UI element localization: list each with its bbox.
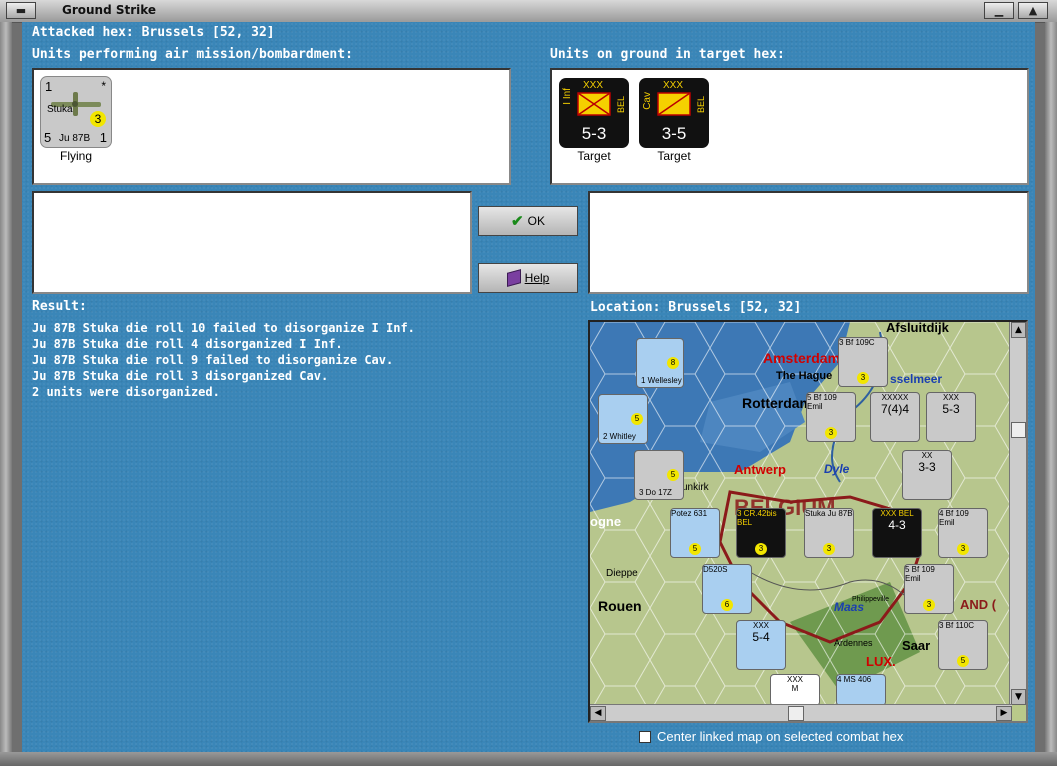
air-units-label: Units performing air mission/bombardment… — [32, 47, 353, 62]
map-label-dunkirk: unkirk — [682, 482, 709, 493]
ground-support-panel — [588, 191, 1029, 294]
air-unit-counter[interactable]: 1 * Stuka 3 5 Ju 87B 1 — [40, 76, 112, 148]
air-unit-stuka[interactable]: 1 * Stuka 3 5 Ju 87B 1 Flying — [38, 76, 114, 163]
map-label-dieppe: Dieppe — [606, 568, 638, 579]
result-line: Ju 87B Stuka die roll 9 failed to disorg… — [32, 353, 394, 367]
map-counter[interactable]: 4 MS 406 — [836, 674, 886, 706]
map-counter[interactable]: XXX BEL 4-3 — [872, 508, 922, 558]
map-counter[interactable]: XXX 5-3 — [926, 392, 976, 442]
scroll-down-arrow-icon[interactable]: ▼ — [1011, 689, 1026, 705]
horizontal-scroll-thumb[interactable] — [788, 706, 804, 721]
center-map-checkbox[interactable] — [639, 730, 651, 743]
map-label-boulogne: ogne — [590, 514, 622, 529]
location-label: Location: Brussels [52, 32] — [590, 300, 802, 315]
ground-unit-status: Target — [657, 149, 691, 163]
ground-unit-counter[interactable]: I Inf XXX BEL 5-3 — [559, 78, 629, 148]
map-label-lux: LUX. — [866, 654, 896, 669]
air-support-panel — [32, 191, 472, 294]
ground-units-label: Units on ground in target hex: — [550, 47, 785, 62]
scroll-right-arrow-icon[interactable]: ▶ — [996, 706, 1012, 721]
air-units-panel: 1 * Stuka 3 5 Ju 87B 1 Flying — [32, 68, 511, 185]
result-log: Ju 87B Stuka die roll 10 failed to disor… — [32, 320, 415, 400]
window-title: Ground Strike — [62, 3, 157, 17]
dialog-content: Attacked hex: Brussels [52, 32] Units pe… — [22, 22, 1035, 752]
scroll-left-arrow-icon[interactable]: ◀ — [590, 706, 606, 721]
map-label-afsluitdijk: Afsluitdijk — [886, 320, 949, 335]
map-label-ijsselmeer: sselmeer — [890, 372, 943, 386]
result-line: Ju 87B Stuka die roll 3 disorganized Cav… — [32, 369, 329, 383]
map-label-saar: Saar — [902, 638, 931, 653]
ground-strike-window: ▬ Ground Strike ▁ ▲ Attacked hex: Brusse… — [0, 0, 1057, 766]
ground-unit-inf[interactable]: I Inf XXX BEL 5-3 Target — [558, 78, 630, 163]
map-counter[interactable]: 3 CR.42bis BEL 3 — [736, 508, 786, 558]
vertical-scroll-thumb[interactable] — [1011, 422, 1026, 438]
scroll-up-arrow-icon[interactable]: ▲ — [1011, 322, 1026, 338]
title-bar[interactable]: ▬ Ground Strike ▁ ▲ — [0, 0, 1057, 23]
map-label-rouen: Rouen — [598, 598, 642, 614]
right-frame — [1045, 22, 1057, 766]
map-counter[interactable]: 4 Bf 109 Emil 3 — [938, 508, 988, 558]
ok-button[interactable]: ✔ OK — [478, 206, 578, 236]
minimize-button[interactable]: ▁ — [984, 2, 1014, 19]
map-label-amsterdam: Amsterdam — [763, 350, 841, 366]
map-counter[interactable]: D520S 6 — [702, 564, 752, 614]
map-counter[interactable]: 1 Wellesley 8 — [636, 338, 684, 388]
map-label-philippeville: Philippeville — [852, 596, 889, 603]
center-map-option[interactable]: Center linked map on selected combat hex — [639, 729, 903, 744]
map-counter[interactable]: 3 Bf 109C 3 — [838, 337, 888, 387]
attacked-hex-label: Attacked hex: Brussels [52, 32] — [32, 25, 275, 40]
map-label-dyle: Dyle — [824, 462, 850, 476]
left-frame — [0, 22, 12, 766]
infantry-symbol-icon — [577, 92, 611, 116]
map-counter[interactable]: 3 Do 17Z 5 — [634, 450, 684, 500]
help-book-icon — [506, 269, 521, 287]
center-map-label: Center linked map on selected combat hex — [657, 729, 904, 744]
map-counter[interactable]: XXXXX 7(4)4 — [870, 392, 920, 442]
map-label-rotterdam: Rotterdam — [742, 395, 813, 411]
ground-unit-counter[interactable]: Cav XXX BEL 3-5 — [639, 78, 709, 148]
checkmark-icon: ✔ — [511, 213, 524, 230]
ground-units-panel: I Inf XXX BEL 5-3 Target Cav XXX BEL 3-5… — [550, 68, 1029, 185]
map-counter[interactable]: 5 Bf 109 Emil 3 — [904, 564, 954, 614]
map-counter[interactable]: Stuka Ju 87B 3 — [804, 508, 854, 558]
map-label-hague: The Hague — [776, 370, 833, 382]
map-label-antwerp: Antwerp — [734, 462, 786, 477]
map-counter[interactable]: XX 3-3 — [902, 450, 952, 500]
map-counter[interactable]: 2 Whitley 5 — [598, 394, 648, 444]
ground-unit-status: Target — [577, 149, 611, 163]
result-line: Ju 87B Stuka die roll 4 disorganized I I… — [32, 337, 343, 351]
result-line: Ju 87B Stuka die roll 10 failed to disor… — [32, 321, 415, 335]
bottom-frame — [0, 752, 1057, 766]
result-label: Result: — [32, 299, 87, 314]
ground-unit-cav[interactable]: Cav XXX BEL 3-5 Target — [638, 78, 710, 163]
map-counter[interactable]: 5 Bf 109 Emil 3 — [806, 392, 856, 442]
air-unit-status: Flying — [59, 149, 92, 163]
map-counter[interactable]: XXX M — [770, 674, 820, 706]
linked-map[interactable]: Amsterdam The Hague Rotterdam Antwerp Dy… — [588, 320, 1028, 723]
cavalry-symbol-icon — [657, 92, 691, 116]
map-counter[interactable]: 3 Bf 110C 5 — [938, 620, 988, 670]
map-counter[interactable]: Potez 631 5 — [670, 508, 720, 558]
help-button[interactable]: Help — [478, 263, 578, 293]
map-horizontal-scrollbar[interactable]: ◀ ▶ — [590, 704, 1012, 721]
quality-badge: 3 — [90, 111, 106, 127]
maximize-button[interactable]: ▲ — [1018, 2, 1048, 19]
system-menu-button[interactable]: ▬ — [6, 2, 36, 19]
map-counter[interactable]: XXX 5-4 — [736, 620, 786, 670]
map-label-holland: AND ( — [960, 597, 997, 612]
map-vertical-scrollbar[interactable]: ▲ ▼ — [1009, 322, 1026, 705]
result-line: 2 units were disorganized. — [32, 385, 220, 399]
map-label-ardennes: Ardennes — [834, 638, 873, 648]
